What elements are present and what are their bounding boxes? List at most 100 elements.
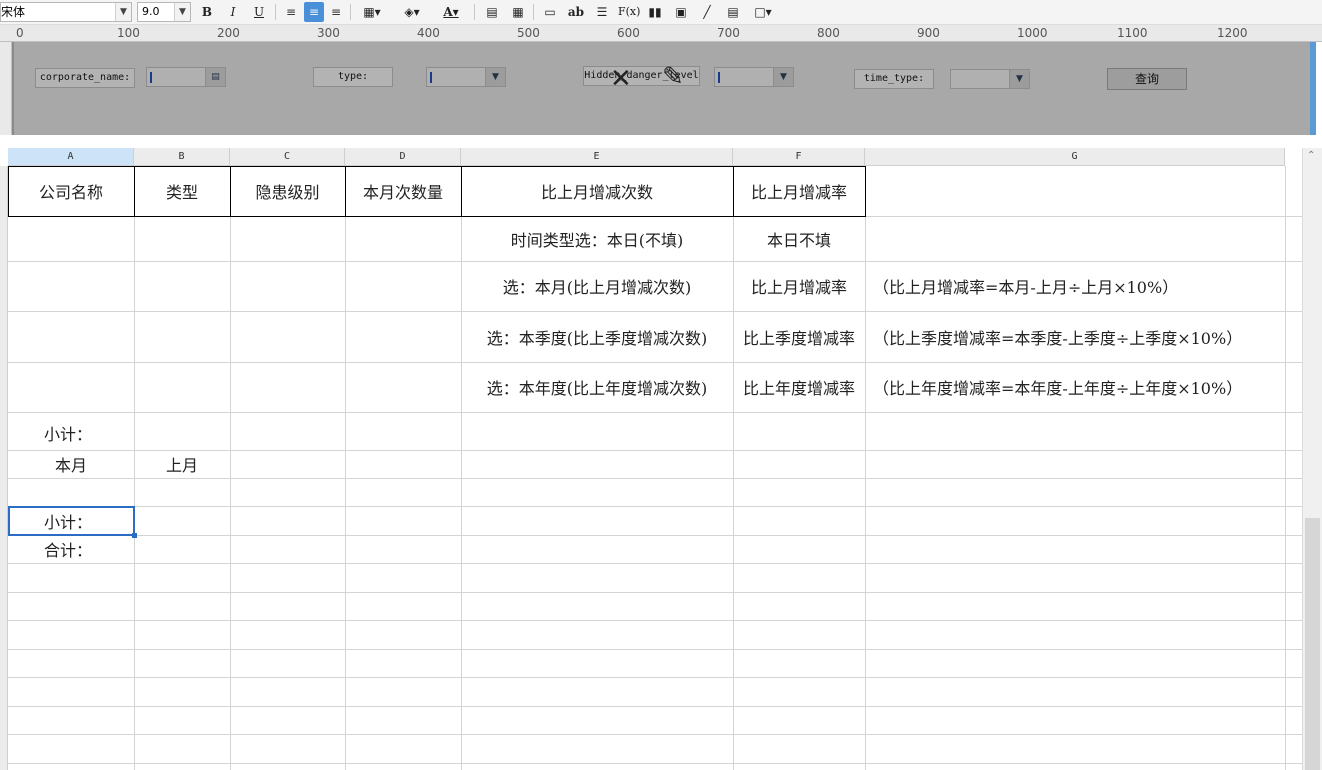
horizontal-ruler: 0 100 200 300 400 500 600 700 800 900 10… [0, 25, 1322, 42]
chevron-down-icon[interactable]: ▼ [174, 3, 190, 21]
header-change-count[interactable]: 比上月增减次数 [461, 166, 733, 216]
ruler-label: 800 [817, 26, 840, 40]
grid-line [8, 677, 1302, 678]
font-family-value: 宋体 [1, 5, 26, 19]
ruler-label: 200 [217, 26, 240, 40]
column-header-g[interactable]: G [865, 148, 1285, 166]
grid-line [230, 166, 231, 770]
cell-e3[interactable]: 选：本月(比上月增减次数) [461, 261, 733, 311]
italic-button[interactable]: I [224, 2, 242, 22]
header-type[interactable]: 类型 [134, 166, 230, 216]
hidden-danger-level-select[interactable]: ▼ [714, 67, 794, 87]
grid-line [865, 166, 866, 770]
vertical-scrollbar[interactable]: ⌃ [1302, 148, 1322, 770]
cell-g3[interactable]: （比上月增减率=本月-上月÷上月×10%） [865, 261, 1285, 311]
border-icon[interactable]: ▦▾ [357, 2, 387, 22]
spreadsheet-grid[interactable]: 公司名称 类型 隐患级别 本月次数量 比上月增减次数 比上月增减率 时间类型选：… [8, 166, 1302, 770]
selected-cell-outline [8, 506, 135, 536]
toolbar-divider [350, 4, 351, 20]
cell-e5[interactable]: 选：本年度(比上年度增减次数) [461, 362, 733, 412]
calendar-icon[interactable]: ▤ [205, 68, 225, 86]
line-icon[interactable]: ╱ [697, 2, 717, 22]
align-center-icon[interactable]: ≡ [304, 2, 324, 22]
vertical-ruler [0, 42, 12, 135]
cell-b7[interactable]: 上月 [134, 450, 230, 478]
paragraph-icon[interactable]: ☰ [592, 2, 612, 22]
corporate-name-label: corporate_name: [35, 68, 135, 88]
scroll-up-icon[interactable]: ⌃ [1307, 150, 1315, 161]
ruler-label: 900 [917, 26, 940, 40]
ruler-label: 1000 [1017, 26, 1048, 40]
cell-e4[interactable]: 选：本季度(比上季度增减次数) [461, 311, 733, 362]
column-header-d[interactable]: D [345, 148, 461, 166]
cell-g5[interactable]: （比上年度增减率=本年度-上年度÷上年度×10%） [865, 362, 1285, 412]
document-icon[interactable]: ▤ [723, 2, 743, 22]
column-header-f[interactable]: F [733, 148, 865, 166]
align-left-icon[interactable]: ≡ [282, 2, 300, 22]
grid-line [8, 592, 1302, 593]
fill-color-icon[interactable]: ◈▾ [397, 2, 427, 22]
ruler-label: 700 [717, 26, 740, 40]
row-header-strip [0, 166, 8, 770]
font-color-icon[interactable]: A▾ [436, 2, 466, 22]
grid-line [8, 506, 1302, 507]
font-size-value: 9.0 [142, 5, 160, 18]
query-button[interactable]: 查询 [1107, 68, 1187, 90]
scrollbar-thumb[interactable] [1305, 518, 1320, 770]
header-change-rate[interactable]: 比上月增减率 [733, 166, 865, 216]
textbox-icon[interactable]: ▭ [540, 2, 560, 22]
font-size-select[interactable]: 9.0 ▼ [137, 2, 191, 22]
column-header-e[interactable]: E [461, 148, 733, 166]
toolbar-divider [474, 4, 475, 20]
cell-f4[interactable]: 比上季度增减率 [733, 311, 865, 362]
cell-f5[interactable]: 比上年度增减率 [733, 362, 865, 412]
frame-icon[interactable]: □▾ [749, 2, 777, 22]
cell-a7[interactable]: 本月 [8, 450, 134, 478]
grid-line [8, 734, 1302, 735]
merge-cells-icon[interactable]: ▤ [483, 2, 501, 22]
pencil-icon[interactable]: ✎ [662, 64, 684, 90]
text-tool-button[interactable]: ab [566, 2, 586, 22]
cell-f3[interactable]: 比上月增减率 [733, 261, 865, 311]
underline-button[interactable]: U [250, 2, 268, 22]
split-cells-icon[interactable]: ▦ [509, 2, 527, 22]
fill-handle[interactable] [132, 533, 137, 538]
grid-line [8, 563, 1302, 564]
ruler-label: 400 [417, 26, 440, 40]
toolbar-divider [275, 4, 276, 20]
header-danger-level[interactable]: 隐患级别 [230, 166, 345, 216]
grid-line [8, 412, 1302, 413]
text-cursor [150, 72, 152, 83]
corporate-name-input[interactable]: ▤ [146, 67, 226, 87]
time-type-select[interactable]: ▼ [950, 69, 1030, 89]
dropdown-icon[interactable]: ▼ [773, 68, 793, 86]
cell-a10[interactable]: 合计： [8, 535, 128, 563]
chart-icon[interactable]: ▮▮ [645, 2, 665, 22]
dropdown-icon[interactable]: ▼ [1009, 70, 1029, 88]
cell-g4[interactable]: （比上季度增减率=本季度-上季度÷上季度×10%） [865, 311, 1285, 362]
column-header-a[interactable]: A [8, 148, 134, 166]
panel-resize-handle[interactable] [1310, 42, 1316, 135]
column-header-c[interactable]: C [230, 148, 345, 166]
font-family-select[interactable]: 宋体 ▼ [0, 2, 132, 22]
align-right-icon[interactable]: ≡ [327, 2, 345, 22]
header-month-count[interactable]: 本月次数量 [345, 166, 461, 216]
formula-button[interactable]: F(x) [618, 2, 640, 22]
dropdown-icon[interactable]: ▼ [485, 68, 505, 86]
column-header-b[interactable]: B [134, 148, 230, 166]
image-icon[interactable]: ▣ [671, 2, 691, 22]
cell-e2[interactable]: 时间类型选：本日(不填) [461, 216, 733, 261]
header-company-name[interactable]: 公司名称 [8, 166, 134, 216]
cell-f2[interactable]: 本日不填 [733, 216, 865, 261]
bold-button[interactable]: B [198, 2, 216, 22]
grid-line [8, 763, 1302, 764]
ruler-label: 500 [517, 26, 540, 40]
chevron-down-icon[interactable]: ▼ [115, 3, 131, 21]
ruler-label: 1100 [1117, 26, 1148, 40]
text-cursor [430, 72, 432, 83]
type-select[interactable]: ▼ [426, 67, 506, 87]
time-type-label: time_type: [854, 69, 934, 89]
eye-slash-icon[interactable]: ✕ [610, 66, 632, 92]
cell-a6[interactable]: 小计： [8, 418, 128, 448]
panel-spacer [0, 135, 1322, 148]
